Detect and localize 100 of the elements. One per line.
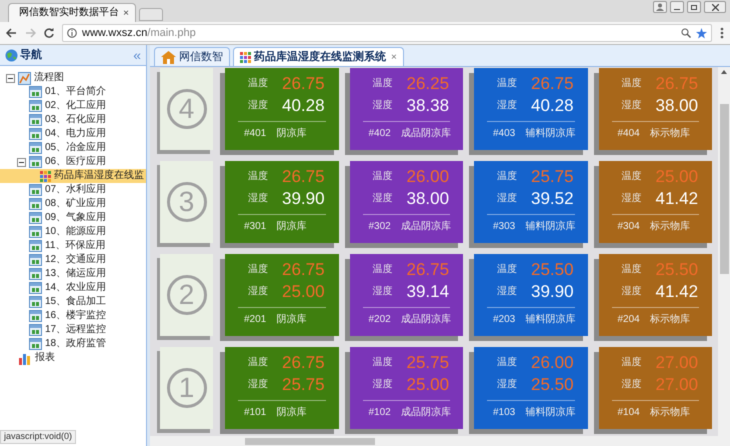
scroll-up-icon[interactable] — [721, 70, 727, 74]
collapse-icon[interactable] — [17, 158, 26, 166]
reading-value: 26.75 — [282, 354, 325, 370]
tree-item[interactable]: 10、能源应用 — [0, 225, 146, 239]
browser-tab[interactable]: 网信数智实时数据平台 × — [8, 3, 136, 22]
tree-item[interactable]: 11、环保应用 — [0, 239, 146, 253]
page-tab[interactable]: 药品库温湿度在线监测系统 × — [233, 47, 404, 66]
reload-icon[interactable] — [44, 28, 54, 38]
collapse-icon[interactable] — [6, 74, 15, 82]
reading-value: 26.00 — [406, 168, 450, 184]
page-tab[interactable]: 网信数智 — [154, 47, 230, 66]
room-code: #401 — [244, 127, 266, 141]
room-card[interactable]: 温度 26.00 湿度 38.00 #302 成品阴凉库 — [350, 161, 463, 243]
room-name: 辅料阴凉库 — [525, 312, 576, 327]
reading-label: 温度 — [497, 356, 517, 370]
tree-item[interactable]: 01、平台简介 — [0, 85, 146, 99]
tree-item[interactable]: 08、矿业应用 — [0, 197, 146, 211]
reading-value: 41.42 — [656, 190, 698, 206]
restore-icon[interactable] — [687, 1, 701, 13]
reading-label: 湿度 — [248, 378, 268, 392]
room-code: #303 — [493, 220, 516, 234]
reading-value: 25.00 — [406, 376, 450, 392]
room-card[interactable]: 温度 25.50 湿度 41.42 #204 标示物库 — [598, 254, 712, 336]
table-icon — [29, 268, 42, 280]
room-name: 标示物库 — [650, 220, 690, 234]
room-card[interactable]: 温度 26.75 湿度 25.00 #201 阴凉库 — [225, 254, 338, 336]
tree-item[interactable]: 07、水利应用 — [0, 183, 146, 197]
room-name: 成品阴凉库 — [400, 126, 451, 141]
reading-label: 温度 — [497, 170, 517, 184]
tree-item[interactable]: 09、气象应用 — [0, 211, 146, 225]
reading-label: 湿度 — [622, 98, 642, 112]
table-icon — [29, 86, 42, 98]
tree-item[interactable]: 药品库温湿度在线监 — [0, 169, 146, 183]
reading-value: 39.90 — [531, 282, 574, 300]
room-card[interactable]: 温度 27.00 湿度 27.00 #104 标示物库 — [598, 347, 712, 429]
room-card[interactable]: 温度 26.25 湿度 38.38 #402 成品阴凉库 — [350, 68, 463, 150]
table-icon — [29, 240, 42, 252]
reading-value: 39.14 — [406, 282, 450, 300]
zoom-icon[interactable] — [681, 28, 691, 38]
room-card[interactable]: 温度 26.00 湿度 25.50 #103 辅料阴凉库 — [474, 347, 588, 429]
room-name: 阴凉库 — [276, 220, 306, 234]
reading-label: 温度 — [248, 356, 268, 370]
room-card[interactable]: 温度 26.75 湿度 25.75 #101 阴凉库 — [225, 347, 338, 429]
room-code: #203 — [493, 313, 516, 327]
reading-label: 湿度 — [497, 98, 517, 112]
tree-item[interactable]: 06、医疗应用 — [0, 155, 146, 169]
reading-label: 温度 — [622, 76, 642, 90]
room-card[interactable]: 温度 25.75 湿度 39.52 #303 辅料阴凉库 — [474, 161, 588, 243]
reading-label: 温度 — [372, 170, 392, 184]
room-card[interactable]: 温度 26.75 湿度 40.28 #403 辅料阴凉库 — [474, 68, 588, 150]
tree-item[interactable]: 15、食品加工 — [0, 295, 146, 309]
table-icon — [29, 142, 42, 154]
reading-value: 27.00 — [656, 376, 698, 392]
vertical-scrollbar[interactable] — [718, 67, 730, 436]
user-icon[interactable] — [653, 1, 667, 13]
tree-item[interactable]: 13、储运应用 — [0, 267, 146, 281]
tree-item[interactable]: 03、石化应用 — [0, 113, 146, 127]
star-icon[interactable] — [696, 28, 707, 38]
reading-label: 温度 — [372, 356, 392, 370]
room-name: 标示物库 — [650, 312, 690, 327]
tree-item[interactable]: 02、化工应用 — [0, 99, 146, 113]
url-field[interactable]: www.wxsz.cn/main.php — [62, 24, 712, 42]
table-icon — [29, 212, 42, 224]
table-icon — [29, 128, 42, 140]
reading-value: 26.75 — [656, 74, 698, 92]
tree-item[interactable]: 05、冶金应用 — [0, 141, 146, 155]
room-code: #302 — [368, 220, 391, 234]
tree-item[interactable]: 18、政府监管 — [0, 337, 146, 351]
tree-item[interactable]: 12、交通应用 — [0, 253, 146, 267]
tree-item[interactable]: 16、楼宇监控 — [0, 309, 146, 323]
room-card[interactable]: 温度 26.75 湿度 40.28 #401 阴凉库 — [225, 68, 338, 150]
tree-item[interactable]: 14、农业应用 — [0, 281, 146, 295]
reading-label: 湿度 — [372, 284, 392, 298]
back-icon[interactable] — [6, 28, 17, 38]
menu-icon[interactable] — [720, 27, 724, 39]
minimize-icon[interactable] — [670, 1, 684, 13]
tree-item[interactable]: 报表 — [0, 351, 146, 365]
room-name: 成品阴凉库 — [400, 406, 451, 420]
reading-label: 湿度 — [372, 192, 392, 206]
reading-value: 25.00 — [282, 282, 325, 300]
room-name: 成品阴凉库 — [400, 312, 451, 327]
reading-label: 湿度 — [248, 192, 268, 206]
room-card[interactable]: 温度 26.75 湿度 39.90 #301 阴凉库 — [225, 161, 338, 243]
tree-item[interactable]: 流程图 — [0, 71, 146, 85]
room-card[interactable]: 温度 26.75 湿度 38.00 #404 标示物库 — [598, 68, 712, 150]
reading-value: 25.00 — [656, 168, 698, 184]
close-icon[interactable] — [704, 1, 726, 13]
horizontal-scrollbar[interactable] — [150, 436, 730, 446]
room-code: #204 — [618, 313, 640, 327]
tab-close[interactable]: × — [123, 6, 129, 20]
tree-item[interactable]: 04、电力应用 — [0, 127, 146, 141]
tree-item[interactable]: 17、远程监控 — [0, 323, 146, 337]
table-icon — [29, 310, 42, 322]
tab-close[interactable]: × — [391, 50, 397, 64]
room-card[interactable]: 温度 26.75 湿度 39.14 #202 成品阴凉库 — [350, 254, 463, 336]
room-card[interactable]: 温度 25.75 湿度 25.00 #102 成品阴凉库 — [350, 347, 463, 429]
room-card[interactable]: 温度 25.50 湿度 39.90 #203 辅料阴凉库 — [474, 254, 588, 336]
room-card[interactable]: 温度 25.00 湿度 41.42 #304 标示物库 — [598, 161, 712, 243]
grid-icon — [40, 170, 51, 182]
reading-value: 25.75 — [531, 168, 574, 184]
